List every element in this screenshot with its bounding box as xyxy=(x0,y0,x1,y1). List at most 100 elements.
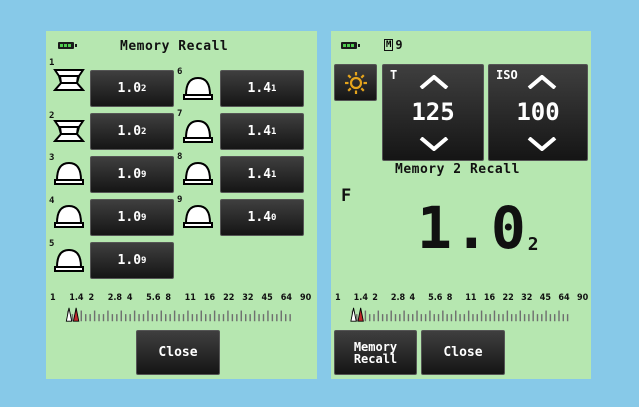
scale-tick xyxy=(271,314,274,322)
scale-label: 2 xyxy=(88,293,95,303)
increase-arrow-icon[interactable] xyxy=(419,75,449,89)
scale-label: 2 xyxy=(372,293,378,303)
scale-label: 1.4 xyxy=(353,293,368,303)
scale-tick xyxy=(506,310,509,322)
scale-tick xyxy=(442,310,444,322)
decrease-arrow-icon[interactable] xyxy=(527,137,557,151)
dome-receptor-icon xyxy=(54,248,84,272)
scale-tick xyxy=(493,310,496,322)
scale-tick xyxy=(394,314,397,322)
f-label: F xyxy=(341,186,352,206)
scale-label: 5.6 xyxy=(146,293,161,303)
scale-tick xyxy=(196,314,198,322)
scale-label: 1 xyxy=(335,293,341,303)
scale-tick xyxy=(381,314,384,322)
scale-tick xyxy=(160,310,162,322)
t-label: T xyxy=(390,68,398,82)
shutter-speed-control[interactable]: T 125 xyxy=(382,64,484,161)
measurement-screen: M 9 T 125 ISO 100 Memory 2 Recall F 1.02… xyxy=(331,31,591,379)
memory-index: 9 xyxy=(395,37,403,52)
memory-recall-button[interactable]: Memory Recall xyxy=(334,330,417,375)
memory-9-button[interactable]: 1.4 0 xyxy=(220,199,304,236)
iso-control[interactable]: ISO 100 xyxy=(488,64,588,161)
scale-tick xyxy=(262,314,265,322)
scale-tick xyxy=(289,314,291,322)
scale-tick xyxy=(258,314,260,322)
shutter-speed-value: 125 xyxy=(411,98,455,126)
aperture-scale-labels: 1 1.4 2 2.8 4 5.6 8 11 16 22 32 45 64 90 xyxy=(50,293,312,305)
current-marker xyxy=(357,307,364,322)
scale-tick xyxy=(455,310,457,322)
scale-tick xyxy=(528,314,530,322)
scale-tick xyxy=(368,314,371,322)
scale-label: 16 xyxy=(203,293,216,303)
battery-icon xyxy=(58,42,77,49)
scale-tick xyxy=(463,314,466,322)
scale-tick xyxy=(227,310,229,322)
memory-2-button[interactable]: 1.0 2 xyxy=(90,113,174,150)
scale-tick xyxy=(515,314,517,322)
close-button[interactable]: Close xyxy=(136,330,220,375)
scale-tick xyxy=(489,314,491,322)
dome-receptor-icon xyxy=(54,161,84,185)
scale-tick xyxy=(80,310,82,322)
scale-label: 22 xyxy=(502,293,514,303)
scale-label: 45 xyxy=(261,293,273,303)
scale-tick xyxy=(276,314,278,322)
scale-label: 11 xyxy=(184,293,196,303)
scale-tick xyxy=(165,314,167,322)
scale-tick xyxy=(558,310,560,322)
scale-tick xyxy=(85,314,87,322)
mode-button[interactable] xyxy=(334,64,377,101)
scale-tick xyxy=(191,314,194,322)
scale-label: 1 xyxy=(50,293,56,303)
scale-tick xyxy=(240,310,242,322)
scale-tick xyxy=(138,314,140,322)
scale-tick xyxy=(364,310,367,322)
scale-tick xyxy=(245,314,247,322)
memory-8-button[interactable]: 1.4 1 xyxy=(220,156,304,193)
memory-5-button[interactable]: 1.0 9 xyxy=(90,242,174,279)
recall-title: Memory 2 Recall xyxy=(395,162,520,177)
scale-tick xyxy=(399,314,401,322)
increase-arrow-icon[interactable] xyxy=(527,75,557,89)
scale-tick xyxy=(107,310,109,322)
decrease-arrow-icon[interactable] xyxy=(419,137,449,151)
scale-label: 32 xyxy=(521,293,533,303)
scale-tick xyxy=(386,314,388,322)
scale-tick xyxy=(523,314,526,322)
scale-tick xyxy=(437,314,440,322)
memory-1-button[interactable]: 1.0 2 xyxy=(90,70,174,107)
scale-tick xyxy=(485,314,487,322)
battery-icon xyxy=(341,42,360,49)
scale-tick xyxy=(111,314,114,322)
scale-label: 45 xyxy=(539,293,552,303)
scale-tick xyxy=(377,310,380,322)
memory-7-button[interactable]: 1.4 1 xyxy=(220,113,304,150)
scale-tick xyxy=(200,310,202,322)
scale-tick xyxy=(129,314,131,322)
scale-tick xyxy=(125,314,127,322)
scale-tick xyxy=(476,314,478,322)
scale-tick xyxy=(285,314,287,322)
scale-tick xyxy=(429,310,431,322)
scale-label: 4 xyxy=(126,293,133,303)
memory-3-button[interactable]: 1.0 9 xyxy=(90,156,174,193)
scale-label: 8 xyxy=(446,293,453,303)
iso-label: ISO xyxy=(496,68,518,82)
scale-tick xyxy=(467,310,470,322)
scale-tick xyxy=(390,310,392,322)
scale-tick xyxy=(553,314,556,322)
scale-tick xyxy=(519,310,521,322)
scale-tick xyxy=(120,310,122,322)
memory-4-button[interactable]: 1.0 9 xyxy=(90,199,174,236)
scale-label: 4 xyxy=(409,293,416,303)
scale-tick xyxy=(142,314,145,322)
scale-tick xyxy=(280,310,282,322)
memory-indicator: M 9 xyxy=(384,37,403,52)
scale-tick xyxy=(218,314,220,322)
scale-label: 5.6 xyxy=(428,293,443,303)
close-button[interactable]: Close xyxy=(421,330,505,375)
memory-6-button[interactable]: 1.4 1 xyxy=(220,70,304,107)
scale-tick xyxy=(502,314,504,322)
